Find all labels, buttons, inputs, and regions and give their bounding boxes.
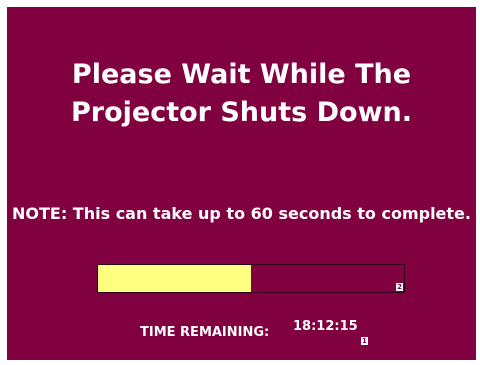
progress-marker: 2 — [396, 283, 403, 291]
shutdown-screen: Please Wait While The Projector Shuts Do… — [7, 7, 476, 360]
shutdown-progress-bar: 2 — [97, 264, 405, 293]
time-marker: 1 — [361, 337, 368, 345]
time-remaining-label: TIME REMAINING: — [140, 325, 270, 340]
progress-fill — [98, 265, 251, 292]
shutdown-note: NOTE: This can take up to 60 seconds to … — [12, 204, 471, 223]
time-remaining-value: 18:12:15 — [293, 319, 358, 334]
shutdown-title: Please Wait While The Projector Shuts Do… — [70, 59, 413, 128]
